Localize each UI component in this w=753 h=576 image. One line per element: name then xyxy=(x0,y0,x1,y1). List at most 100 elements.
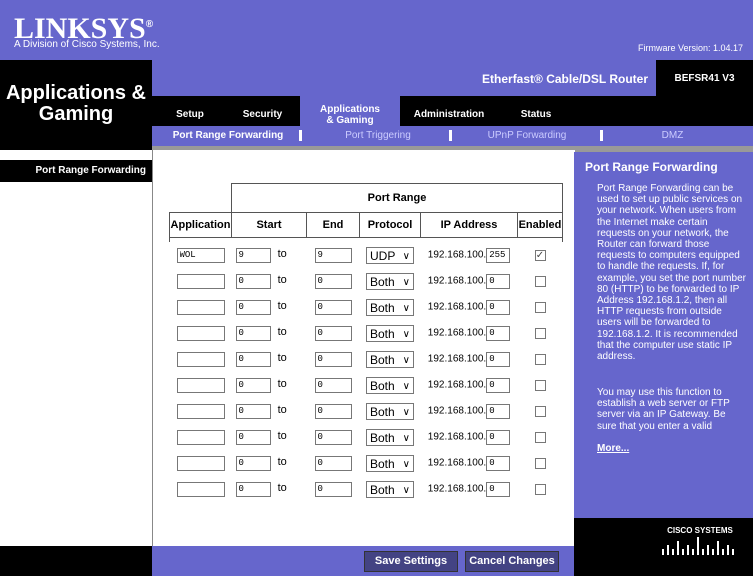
enabled-checkbox[interactable] xyxy=(534,275,546,287)
cell-application xyxy=(170,398,232,424)
protocol-select[interactable]: Both ∨ xyxy=(366,350,414,368)
cell-end xyxy=(307,424,360,450)
ip-last-octet-input[interactable] xyxy=(486,273,511,289)
start-port-input[interactable] xyxy=(235,273,271,289)
header-end: End xyxy=(306,212,360,238)
ip-last-octet-input[interactable] xyxy=(486,377,511,393)
tab-security[interactable]: Security xyxy=(235,96,290,126)
ip-prefix: 192.168.100. xyxy=(427,431,487,442)
protocol-value: Both xyxy=(370,326,395,341)
ip-last-octet-input[interactable] xyxy=(486,247,511,263)
table-row: to Both ∨ 192.168.100. xyxy=(170,268,563,294)
header-ip-address: IP Address xyxy=(420,212,518,238)
subtab-port-range-forwarding[interactable]: Port Range Forwarding xyxy=(168,126,288,146)
enabled-checkbox[interactable] xyxy=(534,431,546,443)
protocol-select[interactable]: Both ∨ xyxy=(366,402,414,420)
ip-prefix: 192.168.100. xyxy=(427,379,487,390)
protocol-value: Both xyxy=(370,482,395,497)
protocol-select[interactable]: Both ∨ xyxy=(366,324,414,342)
end-port-input[interactable] xyxy=(314,299,352,315)
enabled-checkbox[interactable] xyxy=(534,379,546,391)
enabled-checkbox[interactable] xyxy=(534,353,546,365)
ip-last-octet-input[interactable] xyxy=(486,429,511,445)
protocol-select[interactable]: UDP ∨ xyxy=(366,246,414,264)
table-row: to Both ∨ 192.168.100. xyxy=(170,450,563,476)
cell-protocol: Both ∨ xyxy=(360,424,421,450)
tab-setup[interactable]: Setup xyxy=(165,96,215,126)
enabled-checkbox[interactable] xyxy=(534,457,546,469)
start-port-input[interactable] xyxy=(235,247,271,263)
chevron-down-icon: ∨ xyxy=(402,250,410,262)
start-port-input[interactable] xyxy=(235,377,271,393)
cell-enabled xyxy=(518,398,563,424)
cell-protocol: Both ∨ xyxy=(360,398,421,424)
chevron-down-icon: ∨ xyxy=(402,276,410,288)
start-port-input[interactable] xyxy=(235,481,271,497)
cell-ip: 192.168.100. xyxy=(421,476,518,502)
cell-ip: 192.168.100. xyxy=(421,320,518,346)
ip-last-octet-input[interactable] xyxy=(486,403,511,419)
cell-application xyxy=(170,476,232,502)
tab-status[interactable]: Status xyxy=(510,96,562,126)
tab-applications-gaming-label: Applications & Gaming xyxy=(319,104,380,126)
end-port-input[interactable] xyxy=(314,481,352,497)
protocol-select[interactable]: Both ∨ xyxy=(366,272,414,290)
cell-start: to xyxy=(232,346,307,372)
subtab-upnp-forwarding[interactable]: UPnP Forwarding xyxy=(467,126,587,146)
application-input[interactable] xyxy=(176,403,225,419)
application-input[interactable] xyxy=(176,325,225,341)
subtab-dmz[interactable]: DMZ xyxy=(640,126,705,146)
cell-ip: 192.168.100. xyxy=(421,268,518,294)
end-port-input[interactable] xyxy=(314,455,352,471)
enabled-checkbox[interactable] xyxy=(534,301,546,313)
end-port-input[interactable] xyxy=(314,403,352,419)
application-input[interactable] xyxy=(176,481,225,497)
cisco-logo-text: CISCO SYSTEMS xyxy=(667,526,733,535)
start-port-input[interactable] xyxy=(235,455,271,471)
end-port-input[interactable] xyxy=(314,377,352,393)
save-settings-button[interactable]: Save Settings xyxy=(364,551,458,572)
cell-ip: 192.168.100. xyxy=(421,346,518,372)
end-port-input[interactable] xyxy=(314,247,352,263)
ip-last-octet-input[interactable] xyxy=(486,325,511,341)
ip-last-octet-input[interactable] xyxy=(486,351,511,367)
application-input[interactable] xyxy=(176,299,225,315)
enabled-checkbox[interactable] xyxy=(534,327,546,339)
protocol-select[interactable]: Both ∨ xyxy=(366,480,414,498)
subtab-port-triggering[interactable]: Port Triggering xyxy=(318,126,438,146)
end-port-input[interactable] xyxy=(314,429,352,445)
protocol-select[interactable]: Both ∨ xyxy=(366,428,414,446)
ip-last-octet-input[interactable] xyxy=(486,299,511,315)
start-port-input[interactable] xyxy=(235,351,271,367)
start-port-input[interactable] xyxy=(235,325,271,341)
to-label: to xyxy=(277,378,287,390)
end-port-input[interactable] xyxy=(314,351,352,367)
application-input[interactable] xyxy=(176,429,225,445)
end-port-input[interactable] xyxy=(314,273,352,289)
more-link[interactable]: More... xyxy=(597,443,629,454)
table-row: to Both ∨ 192.168.100. xyxy=(170,320,563,346)
application-input[interactable] xyxy=(176,273,225,289)
start-port-input[interactable] xyxy=(235,403,271,419)
cell-start: to xyxy=(232,372,307,398)
application-input[interactable] xyxy=(176,351,225,367)
application-input[interactable] xyxy=(176,247,225,263)
tab-applications-gaming[interactable]: Applications & Gaming xyxy=(300,96,400,126)
protocol-select[interactable]: Both ∨ xyxy=(366,376,414,394)
protocol-select[interactable]: Both ∨ xyxy=(366,298,414,316)
ip-last-octet-input[interactable] xyxy=(486,455,511,471)
tab-administration[interactable]: Administration xyxy=(405,96,493,126)
protocol-select[interactable]: Both ∨ xyxy=(366,454,414,472)
protocol-value: Both xyxy=(370,378,395,393)
cancel-changes-button[interactable]: Cancel Changes xyxy=(465,551,559,572)
start-port-input[interactable] xyxy=(235,299,271,315)
end-port-input[interactable] xyxy=(314,325,352,341)
cell-protocol: UDP ∨ xyxy=(360,242,421,268)
enabled-checkbox[interactable]: ✓ xyxy=(534,249,546,261)
application-input[interactable] xyxy=(176,455,225,471)
enabled-checkbox[interactable] xyxy=(534,405,546,417)
ip-last-octet-input[interactable] xyxy=(486,481,511,497)
start-port-input[interactable] xyxy=(235,429,271,445)
enabled-checkbox[interactable] xyxy=(534,483,546,495)
application-input[interactable] xyxy=(176,377,225,393)
